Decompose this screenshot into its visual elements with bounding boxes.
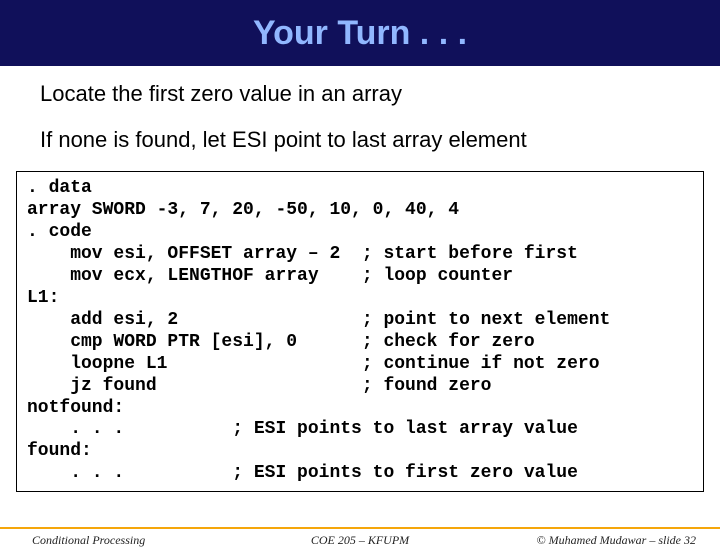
instruction-line-1: Locate the first zero value in an array	[40, 80, 680, 108]
slide: Your Turn . . . Locate the first zero va…	[0, 0, 720, 540]
code-block: . data array SWORD -3, 7, 20, -50, 10, 0…	[16, 171, 704, 492]
slide-title: Your Turn . . .	[253, 14, 467, 53]
footer: Conditional Processing COE 205 – KFUPM ©…	[0, 527, 720, 533]
footer-right: © Muhamed Mudawar – slide 32	[537, 533, 696, 548]
title-bar: Your Turn . . .	[0, 0, 720, 66]
instruction-line-2: If none is found, let ESI point to last …	[40, 126, 680, 154]
slide-body: Locate the first zero value in an array …	[0, 66, 720, 153]
